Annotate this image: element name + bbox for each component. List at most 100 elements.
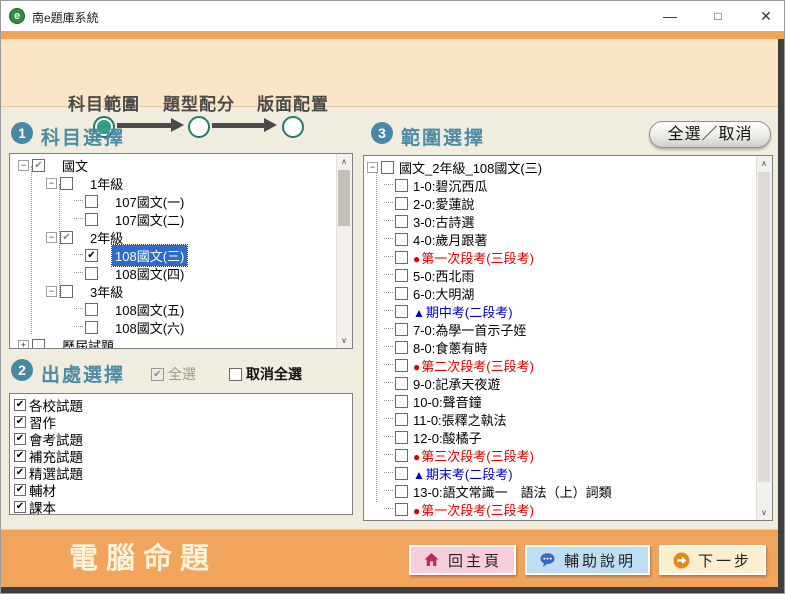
checkbox[interactable] bbox=[85, 303, 98, 316]
tree-node[interactable]: 108國文(四) bbox=[10, 264, 337, 282]
scroll-up-icon[interactable]: ∧ bbox=[757, 156, 771, 171]
tree-node[interactable]: 8-0:食蔥有時 bbox=[364, 338, 757, 356]
checkbox[interactable] bbox=[395, 485, 408, 498]
checkbox[interactable]: ✔ bbox=[32, 159, 45, 172]
collapse-icon[interactable]: − bbox=[46, 232, 57, 243]
tree-node[interactable]: 5-0:西北雨 bbox=[364, 266, 757, 284]
checkbox[interactable]: ✔ bbox=[14, 501, 26, 513]
checkbox[interactable] bbox=[395, 431, 408, 444]
checkbox[interactable]: ✔ bbox=[14, 450, 26, 462]
help-button[interactable]: 輔助說明 bbox=[525, 545, 650, 575]
tree-node[interactable]: ●第二次段考(三段考) bbox=[364, 356, 757, 374]
collapse-icon[interactable]: − bbox=[367, 162, 378, 173]
checkbox[interactable] bbox=[395, 413, 408, 426]
checkbox[interactable] bbox=[395, 395, 408, 408]
tree-node[interactable]: −✔2年級 bbox=[10, 228, 337, 246]
checkbox[interactable] bbox=[395, 287, 408, 300]
checkbox[interactable]: ✔ bbox=[14, 433, 26, 445]
expand-icon[interactable]: + bbox=[18, 340, 29, 350]
home-button[interactable]: 回主頁 bbox=[409, 545, 516, 575]
checkbox[interactable] bbox=[395, 359, 408, 372]
checkbox[interactable] bbox=[381, 161, 394, 174]
checkbox[interactable] bbox=[32, 339, 45, 350]
tree-node[interactable]: 10-0:聲音鐘 bbox=[364, 392, 757, 410]
tree-node[interactable]: 13-0:語文常識一 語法（上）詞類 bbox=[364, 482, 757, 500]
checkbox[interactable] bbox=[60, 177, 73, 190]
checkbox[interactable] bbox=[395, 323, 408, 336]
checkbox[interactable]: ✔ bbox=[14, 416, 26, 428]
tree-node-label[interactable]: 歷屆試題 bbox=[59, 335, 117, 350]
tree-node[interactable]: 12-0:酸橘子 bbox=[364, 428, 757, 446]
tree-node[interactable]: 11-0:張釋之執法 bbox=[364, 410, 757, 428]
source-list-item[interactable]: ✔補充試題 bbox=[10, 447, 337, 464]
scrollbar-thumb[interactable] bbox=[758, 172, 770, 482]
tree-node[interactable]: ●第三次段考(三段考) bbox=[364, 446, 757, 464]
tree-node[interactable]: −國文_2年級_108國文(三) bbox=[364, 158, 757, 176]
subject-tree-scrollbar[interactable]: ∧ ∨ bbox=[336, 154, 352, 348]
range-tree-scrollbar[interactable]: ∧ ∨ bbox=[756, 156, 772, 520]
collapse-icon[interactable]: − bbox=[18, 160, 29, 171]
checkbox[interactable] bbox=[85, 321, 98, 334]
checkbox[interactable] bbox=[395, 341, 408, 354]
scroll-up-icon[interactable]: ∧ bbox=[337, 154, 351, 169]
tree-node[interactable]: ▲期末考(二段考) bbox=[364, 464, 757, 482]
checkbox[interactable] bbox=[395, 467, 408, 480]
tree-node[interactable]: −3年級 bbox=[10, 282, 337, 300]
scroll-down-icon[interactable]: ∨ bbox=[337, 333, 351, 348]
collapse-icon[interactable]: − bbox=[46, 286, 57, 297]
next-step-button[interactable]: 下一步 bbox=[659, 545, 766, 575]
tree-node[interactable]: 3-0:古詩選 bbox=[364, 212, 757, 230]
tree-node[interactable]: + 歷屆試題 bbox=[10, 336, 337, 349]
select-all-checkbox-group[interactable]: ✔ 全選 bbox=[151, 364, 196, 384]
tree-node[interactable]: 1-0:碧沉西瓜 bbox=[364, 176, 757, 194]
checkbox[interactable] bbox=[60, 285, 73, 298]
tree-node-label[interactable]: 108國文(六) bbox=[112, 317, 187, 338]
checkbox[interactable] bbox=[395, 233, 408, 246]
checkbox[interactable] bbox=[85, 267, 98, 280]
toggle-all-button[interactable]: 全選／取消 bbox=[649, 121, 771, 148]
tree-node-label[interactable]: ●第一次段考(三段考) bbox=[410, 499, 537, 520]
checkbox[interactable] bbox=[395, 197, 408, 210]
maximize-button[interactable]: □ bbox=[701, 5, 735, 27]
checkbox[interactable] bbox=[395, 305, 408, 318]
tree-node[interactable]: −✔國文 bbox=[10, 156, 337, 174]
tree-node[interactable]: ●第一次段考(三段考) bbox=[364, 500, 757, 518]
tree-node[interactable]: 108國文(五) bbox=[10, 300, 337, 318]
close-button[interactable]: ✕ bbox=[749, 5, 783, 27]
collapse-icon[interactable]: − bbox=[46, 178, 57, 189]
source-list-item[interactable]: ✔輔材 bbox=[10, 481, 337, 498]
tree-node[interactable]: −1年級 bbox=[10, 174, 337, 192]
checkbox[interactable]: ✔ bbox=[14, 399, 26, 411]
tree-node[interactable]: 6-0:大明湖 bbox=[364, 284, 757, 302]
tree-node[interactable]: 2-0:愛蓮說 bbox=[364, 194, 757, 212]
checkbox[interactable] bbox=[395, 251, 408, 264]
checkbox[interactable] bbox=[395, 377, 408, 390]
tree-node[interactable]: 9-0:記承天夜遊 bbox=[364, 374, 757, 392]
scrollbar-thumb[interactable] bbox=[338, 170, 350, 226]
checkbox[interactable] bbox=[395, 503, 408, 516]
checkbox[interactable]: ✔ bbox=[60, 231, 73, 244]
tree-node[interactable]: 4-0:歲月跟著 bbox=[364, 230, 757, 248]
checkbox[interactable] bbox=[395, 179, 408, 192]
source-list-item[interactable]: ✔會考試題 bbox=[10, 430, 337, 447]
checkbox[interactable] bbox=[395, 215, 408, 228]
checkbox[interactable]: ✔ bbox=[14, 467, 26, 479]
checkbox[interactable] bbox=[85, 195, 98, 208]
deselect-all-checkbox-group[interactable]: 取消全選 bbox=[229, 364, 302, 384]
select-all-checkbox[interactable]: ✔ bbox=[151, 368, 164, 381]
checkbox[interactable] bbox=[395, 269, 408, 282]
tree-node[interactable]: 108國文(六) bbox=[10, 318, 337, 336]
checkbox[interactable] bbox=[85, 213, 98, 226]
tree-node[interactable]: ▲期中考(二段考) bbox=[364, 302, 757, 320]
minimize-button[interactable]: — bbox=[653, 5, 687, 27]
source-list-item[interactable]: ✔習作 bbox=[10, 413, 337, 430]
tree-node[interactable]: 107國文(一) bbox=[10, 192, 337, 210]
source-list-item[interactable]: ✔課本 bbox=[10, 498, 337, 515]
deselect-all-checkbox[interactable] bbox=[229, 368, 242, 381]
source-list-item[interactable]: ✔各校試題 bbox=[10, 396, 337, 413]
tree-node[interactable]: 7-0:為學一首示子姪 bbox=[364, 320, 757, 338]
checkbox[interactable]: ✔ bbox=[85, 249, 98, 262]
tree-node[interactable]: 107國文(二) bbox=[10, 210, 337, 228]
source-list-item[interactable]: ✔精選試題 bbox=[10, 464, 337, 481]
tree-node[interactable]: ●第一次段考(三段考) bbox=[364, 248, 757, 266]
